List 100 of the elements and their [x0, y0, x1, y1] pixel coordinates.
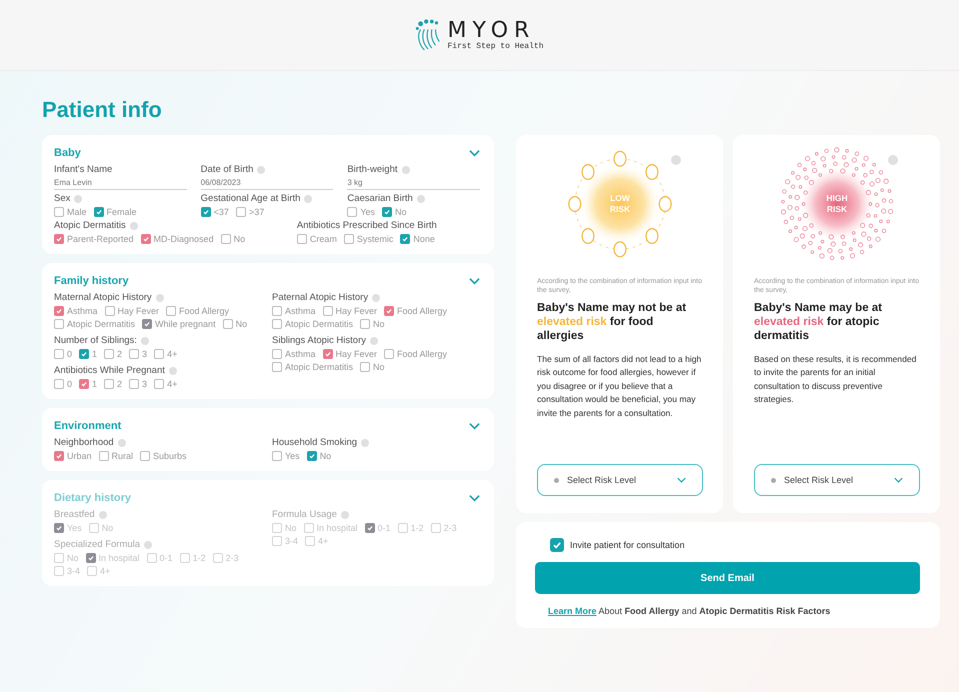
checkbox[interactable] — [222, 319, 233, 329]
checkbox[interactable] — [104, 379, 114, 389]
option-label: Food Allergy — [179, 306, 230, 316]
checkbox[interactable] — [98, 451, 109, 461]
checkbox[interactable] — [54, 306, 64, 316]
checkbox[interactable] — [272, 306, 282, 316]
option-label: Hay Fever — [336, 349, 378, 359]
chevron-down-icon[interactable] — [469, 422, 480, 430]
check-icon — [383, 208, 392, 216]
checkbox[interactable] — [54, 207, 64, 217]
risk-level-select[interactable]: Select Risk Level — [537, 464, 703, 496]
checkbox[interactable] — [360, 319, 370, 329]
checkbox[interactable] — [384, 306, 394, 316]
send-email-button[interactable]: Send Email — [535, 562, 920, 594]
check-icon — [202, 208, 210, 216]
option-label: 4+ — [100, 566, 110, 576]
checkbox[interactable] — [166, 306, 176, 316]
checkbox[interactable] — [550, 538, 564, 552]
info-icon[interactable] — [156, 294, 164, 302]
option-label: 1-2 — [192, 553, 206, 563]
option-label: Rural — [112, 451, 134, 461]
option-label: 1-2 — [410, 523, 424, 533]
info-icon[interactable] — [257, 166, 266, 174]
option-label: No — [320, 451, 332, 461]
checkbox[interactable] — [272, 362, 282, 372]
check-icon — [366, 524, 374, 532]
option-label: Atopic Dermatitis — [285, 362, 354, 372]
checkbox[interactable] — [220, 234, 231, 244]
checkbox[interactable] — [79, 349, 90, 359]
risk-level-label: LOW RISK — [608, 193, 632, 215]
option-label: Hay Fever — [118, 306, 160, 316]
risk-description: The sum of all factors did not lead to a high risk outcome for food allergies, however if you disagree or if you believe that a consultation would be beneficial, you may invite the parents for a consultation. — [537, 353, 702, 420]
info-icon[interactable] — [888, 155, 898, 165]
check-icon — [324, 350, 332, 358]
checkbox[interactable] — [322, 306, 333, 316]
option-label: 0-1 — [378, 523, 391, 533]
checkbox[interactable] — [400, 234, 410, 244]
checkbox[interactable] — [54, 234, 64, 244]
field-label: Gestational Age at Birth — [200, 193, 300, 204]
info-icon[interactable] — [671, 155, 681, 165]
text-field[interactable]: Ema Levin — [54, 178, 187, 190]
checkbox[interactable] — [140, 451, 150, 461]
checkbox[interactable] — [154, 379, 164, 389]
risk-headline: Baby's Name may not be at elevated risk for food allergies — [537, 301, 688, 343]
checkbox[interactable] — [54, 451, 64, 461]
info-icon[interactable] — [402, 166, 410, 174]
option-label: No — [67, 553, 79, 563]
checkbox[interactable] — [306, 451, 317, 461]
checkbox[interactable] — [129, 349, 140, 359]
section-title: Environment — [54, 420, 122, 432]
checkbox[interactable] — [344, 234, 354, 244]
risk-level-select[interactable]: Select Risk Level — [754, 464, 920, 496]
checkbox[interactable] — [129, 379, 140, 389]
checkbox[interactable] — [200, 207, 211, 217]
option-label: >37 — [248, 207, 264, 217]
checkbox[interactable] — [94, 207, 104, 217]
checkbox[interactable] — [347, 207, 358, 217]
option-label: 2-3 — [226, 553, 239, 563]
checkbox[interactable] — [360, 362, 370, 372]
info-icon[interactable] — [130, 222, 138, 230]
info-icon[interactable] — [118, 438, 126, 446]
info-icon[interactable] — [304, 194, 312, 202]
checkbox[interactable] — [154, 349, 164, 359]
learn-more-link[interactable]: Learn More — [548, 606, 597, 616]
checkbox[interactable] — [142, 319, 152, 329]
info-icon[interactable] — [361, 438, 370, 446]
checkbox[interactable] — [54, 349, 64, 359]
text-field[interactable]: 06/08/2023 — [200, 178, 334, 190]
check-icon — [142, 235, 150, 243]
checkbox[interactable] — [236, 207, 246, 217]
checkbox[interactable] — [79, 379, 90, 389]
checkbox[interactable] — [104, 306, 115, 316]
checkbox[interactable] — [272, 451, 282, 461]
text-field[interactable]: 3 kg — [347, 178, 480, 190]
check-icon — [143, 320, 152, 328]
option-label: Yes — [67, 523, 82, 533]
chevron-down-icon[interactable] — [469, 149, 480, 157]
option-label: 3-4 — [67, 566, 80, 576]
checkbox[interactable] — [272, 349, 282, 359]
info-icon[interactable] — [372, 294, 380, 302]
checkbox[interactable] — [104, 349, 114, 359]
checkbox[interactable] — [272, 319, 282, 329]
checkbox[interactable] — [322, 349, 333, 359]
chevron-down-icon[interactable] — [469, 277, 480, 285]
info-icon[interactable] — [140, 336, 149, 344]
option-label: 0 — [67, 379, 72, 389]
checkbox[interactable] — [54, 379, 64, 389]
info-icon[interactable] — [168, 366, 177, 374]
info-icon[interactable] — [370, 336, 378, 344]
checkbox[interactable] — [54, 319, 64, 329]
info-icon[interactable] — [416, 194, 425, 202]
checkbox[interactable] — [140, 234, 151, 244]
check-icon — [308, 452, 316, 460]
option-label: No — [373, 319, 385, 329]
checkbox[interactable] — [384, 349, 394, 359]
checkbox[interactable] — [296, 234, 307, 244]
option-label: 3-4 — [285, 536, 298, 546]
checkbox[interactable] — [382, 207, 392, 217]
option-label: Systemic — [356, 234, 394, 244]
info-icon[interactable] — [74, 194, 82, 202]
